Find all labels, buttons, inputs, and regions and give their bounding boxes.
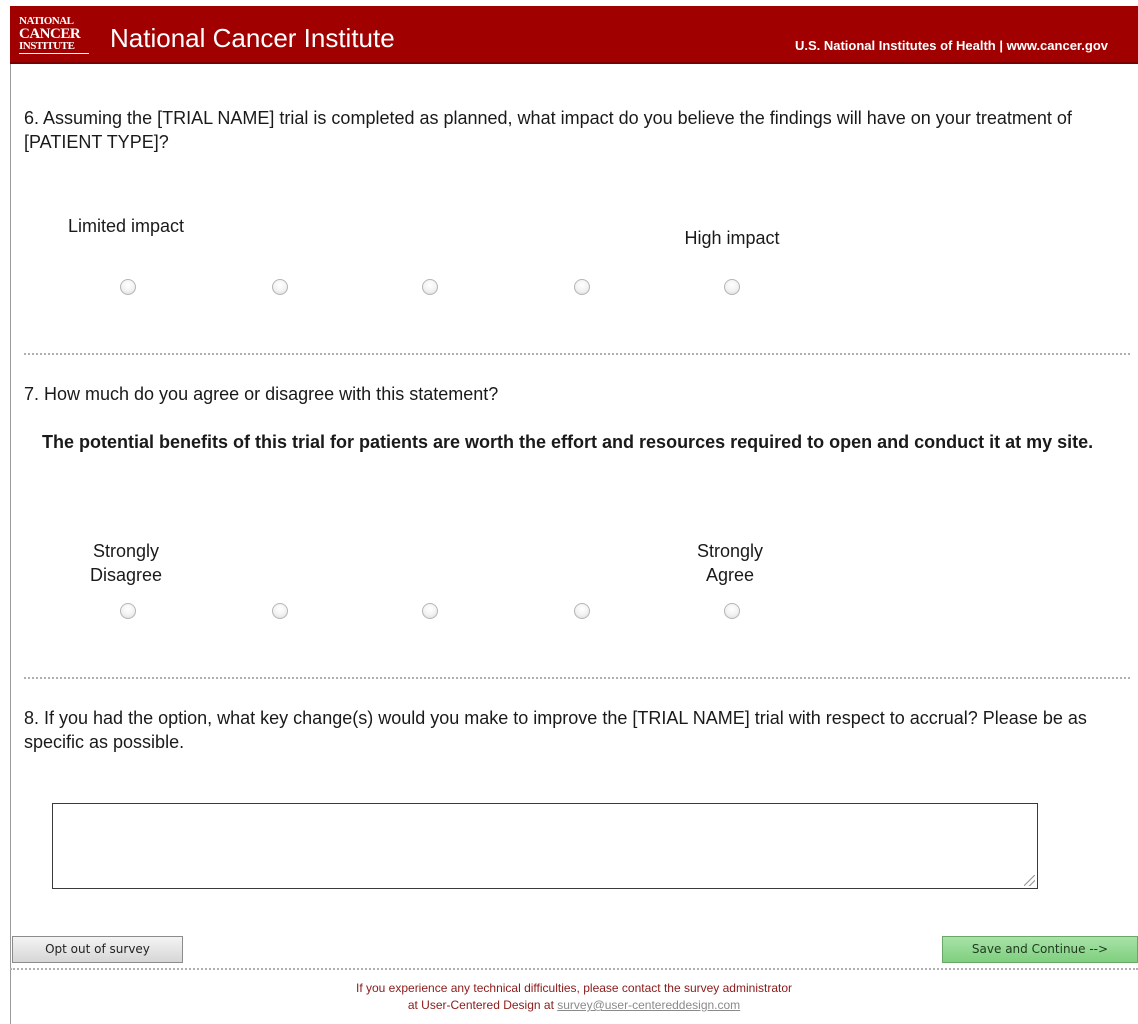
q6-radio-2[interactable] xyxy=(272,279,288,295)
q6-high-label: High impact xyxy=(684,228,780,248)
q7-radio-2[interactable] xyxy=(272,603,288,619)
q7-radio-5[interactable] xyxy=(724,603,740,619)
q7-high-label: Strongly Agree xyxy=(696,541,764,585)
org-name[interactable]: National Cancer Institute xyxy=(110,24,395,52)
q7-radio-4[interactable] xyxy=(574,603,590,619)
question-7-text: 7. How much do you agree or disagree wit… xyxy=(24,384,499,404)
q7-radio-3[interactable] xyxy=(422,603,438,619)
footer-line-1: If you experience any technical difficul… xyxy=(355,981,792,995)
logo-line-3: INSTITUTE xyxy=(19,40,75,52)
nci-logo[interactable]: NATIONAL CANCER INSTITUTE xyxy=(19,16,99,56)
footer-help-text: If you experience any technical difficul… xyxy=(10,980,1138,1014)
q6-radio-5[interactable] xyxy=(724,279,740,295)
logo-line-2: CANCER xyxy=(19,26,81,42)
q7-radio-1[interactable] xyxy=(120,603,136,619)
resize-grip-icon[interactable] xyxy=(1024,875,1035,886)
q8-answer-textarea[interactable] xyxy=(52,803,1038,889)
q6-low-label: Limited impact xyxy=(67,216,185,236)
q6-radio-4[interactable] xyxy=(574,279,590,295)
site-header: NATIONAL CANCER INSTITUTE National Cance… xyxy=(10,6,1138,64)
admin-email-link[interactable]: survey@user-centereddesign.com xyxy=(557,998,740,1012)
footer-line-2: at User-Centered Design at survey@user-c… xyxy=(10,997,1138,1014)
question-7-statement: The potential benefits of this trial for… xyxy=(42,432,1094,452)
opt-out-button[interactable]: Opt out of survey xyxy=(12,936,183,963)
q7-low-label: Strongly Disagree xyxy=(89,541,163,585)
save-continue-button[interactable]: Save and Continue --> xyxy=(942,936,1138,963)
section-divider xyxy=(24,677,1130,679)
footer-line-2-prefix: at User-Centered Design at xyxy=(407,998,558,1012)
nih-links[interactable]: U.S. National Institutes of Health | www… xyxy=(795,38,1108,53)
question-8-text: 8. If you had the option, what key chang… xyxy=(24,708,1087,752)
logo-underline xyxy=(19,53,89,54)
q6-radio-3[interactable] xyxy=(422,279,438,295)
section-divider xyxy=(24,353,1130,355)
question-6-text: 6. Assuming the [TRIAL NAME] trial is co… xyxy=(24,108,1072,152)
q6-radio-1[interactable] xyxy=(120,279,136,295)
footer-divider xyxy=(10,968,1138,970)
